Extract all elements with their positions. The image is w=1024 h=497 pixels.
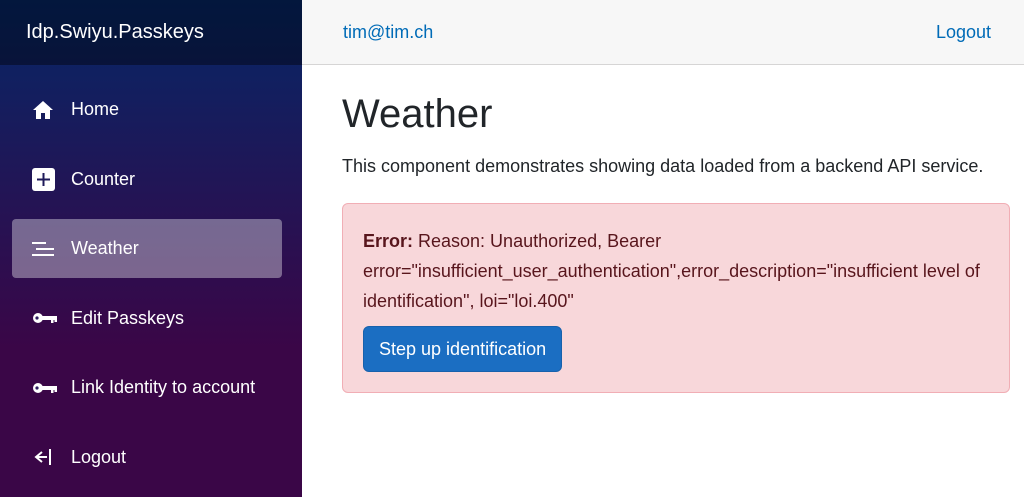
list-icon <box>32 236 58 262</box>
sidebar-item-weather[interactable]: Weather <box>12 219 282 278</box>
sidebar-item-label: Home <box>71 99 120 119</box>
sidebar-item-label: Weather <box>71 238 139 258</box>
sidebar-item-home[interactable]: Home <box>12 80 282 139</box>
sidebar-item-link-identity[interactable]: Link Identity to account <box>12 358 282 417</box>
sidebar-item-logout[interactable]: Logout <box>12 428 282 487</box>
key-icon <box>32 375 58 401</box>
error-detail: Reason: Unauthorized, Bearer error="insu… <box>363 231 980 311</box>
sidebar-item-label: Link Identity to account <box>71 377 256 397</box>
sidebar-item-edit-passkeys[interactable]: Edit Passkeys <box>12 289 282 348</box>
key-icon <box>32 305 58 331</box>
sidebar-item-label: Edit Passkeys <box>71 307 185 328</box>
plus-square-icon <box>32 166 58 192</box>
house-icon <box>32 97 58 123</box>
sidebar-item-label: Logout <box>71 446 127 467</box>
main-content: Weather This component demonstrates show… <box>342 90 1010 393</box>
logout-link[interactable]: Logout <box>936 22 991 43</box>
top-bar: tim@tim.ch Logout <box>302 0 1024 65</box>
error-alert: Error: Reason: Unauthorized, Bearer erro… <box>342 203 1010 393</box>
brand-bar: Idp.Swiyu.Passkeys <box>0 0 302 65</box>
step-up-identification-button[interactable]: Step up identification <box>363 326 563 372</box>
app-brand[interactable]: Idp.Swiyu.Passkeys <box>26 21 204 44</box>
user-email-link[interactable]: tim@tim.ch <box>343 22 433 43</box>
sidebar: Idp.Swiyu.Passkeys Home Counter Weather … <box>0 0 302 497</box>
logout-arrow-icon <box>32 444 58 470</box>
page-intro: This component demonstrates showing data… <box>342 156 984 176</box>
sidebar-item-counter[interactable]: Counter <box>12 150 282 209</box>
error-label: Error: <box>363 231 414 251</box>
sidebar-nav: Home Counter Weather Edit Passkeys Link … <box>0 65 302 487</box>
sidebar-item-label: Counter <box>71 168 136 189</box>
page-title: Weather <box>342 92 493 136</box>
error-message: Error: Reason: Unauthorized, Bearer erro… <box>363 226 989 316</box>
